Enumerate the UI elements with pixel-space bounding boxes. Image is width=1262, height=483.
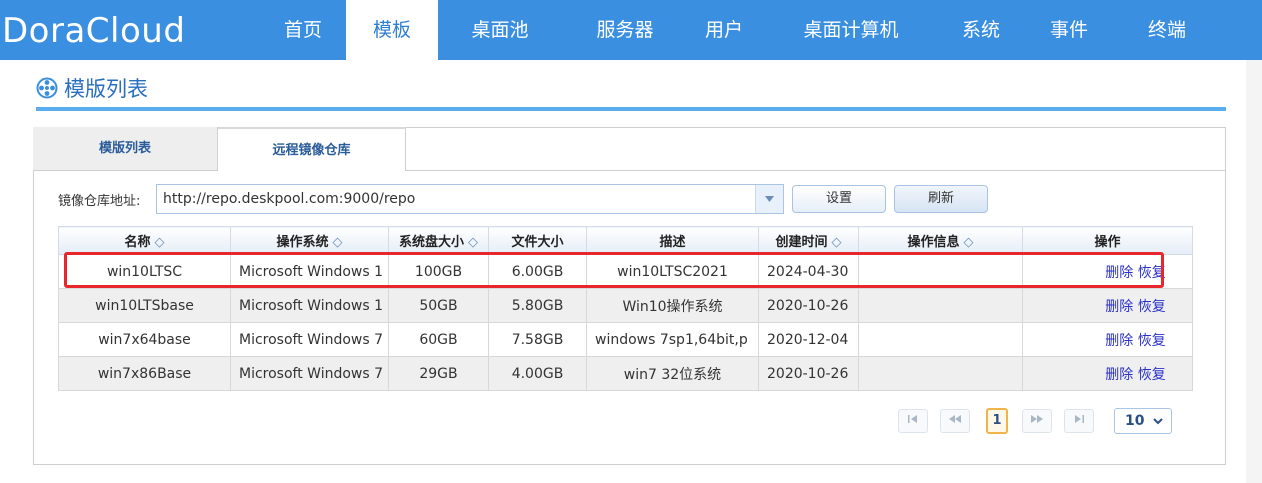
- next-page-icon: [1031, 415, 1043, 423]
- cell-actions: 删除 恢复: [1022, 288, 1193, 323]
- image-repo-table: 名称 ◇ 操作系统 ◇ 系统盘大小 ◇ 文件大小 描述 创建时间 ◇ 操作信息 ◇ 操作 …: [58, 226, 1193, 391]
- cell-created-time: 2020-10-26: [758, 356, 859, 391]
- previous-page-icon: [949, 415, 961, 423]
- cell-file-size: 4.00GB: [488, 356, 587, 391]
- cell-description: win7 32位系统: [586, 356, 759, 391]
- repo-url-dropdown-button[interactable]: [755, 185, 783, 213]
- column-header-operation-info[interactable]: 操作信息 ◇: [858, 226, 1023, 255]
- cell-operation-info: [858, 288, 1023, 323]
- column-header-os[interactable]: 操作系统 ◇: [230, 226, 389, 255]
- cell-description: Win10操作系统: [586, 288, 759, 323]
- last-page-button[interactable]: [1064, 409, 1094, 433]
- refresh-button[interactable]: 刷新: [894, 185, 988, 213]
- top-nav-bar: DoraCloud 首页 模板 桌面池 服务器 用户 桌面计算机 系统 事件 终…: [0, 0, 1262, 60]
- table-header-row: 名称 ◇ 操作系统 ◇ 系统盘大小 ◇ 文件大小 描述 创建时间 ◇ 操作信息 ◇ 操作: [58, 226, 1193, 255]
- column-header-description[interactable]: 描述: [586, 226, 759, 255]
- cell-disk: 50GB: [388, 288, 489, 323]
- sort-icon: ◇: [468, 235, 478, 250]
- delete-link[interactable]: 删除: [1105, 333, 1133, 349]
- cell-os: Microsoft Windows 1: [230, 288, 389, 323]
- restore-link[interactable]: 恢复: [1138, 299, 1166, 315]
- cell-file-size: 5.80GB: [488, 288, 587, 323]
- repo-url-label: 镜像仓库地址:: [58, 194, 141, 209]
- column-header-name[interactable]: 名称 ◇: [58, 226, 231, 255]
- tab-strip-divider: [406, 170, 1226, 171]
- repo-url-combobox[interactable]: [156, 184, 784, 214]
- chevron-down-icon: [1153, 418, 1163, 425]
- restore-link[interactable]: 恢复: [1138, 367, 1166, 383]
- restore-link[interactable]: 恢复: [1138, 333, 1166, 349]
- last-page-icon: [1075, 415, 1084, 423]
- tab-remote-image-repo[interactable]: 远程镜像仓库: [218, 127, 406, 171]
- nav-item-system[interactable]: 系统: [942, 0, 1020, 60]
- page-scrollbar[interactable]: [1246, 60, 1262, 483]
- cell-actions: 删除 恢复: [1022, 322, 1193, 357]
- set-button[interactable]: 设置: [792, 185, 886, 213]
- page-size-value: 10: [1125, 413, 1145, 429]
- repo-url-input[interactable]: [163, 185, 753, 213]
- cell-os: Microsoft Windows 7: [230, 322, 389, 357]
- chevron-down-icon: [765, 196, 774, 202]
- cell-created-time: 2020-12-04: [758, 322, 859, 357]
- sort-icon: ◇: [332, 235, 343, 250]
- nav-item-home[interactable]: 首页: [264, 0, 342, 60]
- row-highlight-annotation: [64, 252, 1164, 288]
- previous-page-button[interactable]: [940, 409, 970, 433]
- nav-item-servers[interactable]: 服务器: [570, 0, 680, 60]
- column-header-created-time[interactable]: 创建时间 ◇: [758, 226, 859, 255]
- first-page-button[interactable]: [898, 409, 928, 433]
- delete-link[interactable]: 删除: [1105, 367, 1133, 383]
- cell-description: windows 7sp1,64bit,p: [586, 322, 759, 357]
- cell-name: win10LTSbase: [58, 288, 231, 323]
- sort-icon: ◇: [831, 235, 842, 250]
- cell-disk: 29GB: [388, 356, 489, 391]
- nav-item-terminals[interactable]: 终端: [1128, 0, 1206, 60]
- sort-icon: ◇: [154, 235, 165, 250]
- sort-icon: ◇: [963, 235, 974, 250]
- table-row[interactable]: win7x64base Microsoft Windows 7 60GB 7.5…: [58, 322, 1193, 357]
- cell-operation-info: [858, 322, 1023, 357]
- table-row[interactable]: win7x86Base Microsoft Windows 7 29GB 4.0…: [58, 356, 1193, 391]
- delete-link[interactable]: 删除: [1105, 299, 1133, 315]
- cell-name: win7x64base: [58, 322, 231, 357]
- page-size-select[interactable]: 10: [1114, 408, 1172, 434]
- cell-disk: 60GB: [388, 322, 489, 357]
- app-logo: DoraCloud: [2, 11, 186, 51]
- cell-created-time: 2020-10-26: [758, 288, 859, 323]
- nav-item-events[interactable]: 事件: [1030, 0, 1108, 60]
- page-title: 模版列表: [64, 77, 148, 101]
- column-header-file-size[interactable]: 文件大小: [488, 226, 587, 255]
- cell-os: Microsoft Windows 7: [230, 356, 389, 391]
- nav-item-desktop-computers[interactable]: 桌面计算机: [776, 0, 926, 60]
- cell-operation-info: [858, 356, 1023, 391]
- column-header-system-disk-size[interactable]: 系统盘大小 ◇: [388, 226, 489, 255]
- next-page-button[interactable]: [1022, 409, 1052, 433]
- cell-file-size: 7.58GB: [488, 322, 587, 357]
- current-page-indicator[interactable]: 1: [986, 408, 1008, 434]
- table-row[interactable]: win10LTSbase Microsoft Windows 1 50GB 5.…: [58, 288, 1193, 323]
- nav-item-desktop-pools[interactable]: 桌面池: [448, 0, 552, 60]
- column-header-actions: 操作: [1022, 226, 1193, 255]
- film-reel-icon: [36, 77, 58, 99]
- nav-item-templates[interactable]: 模板: [346, 0, 438, 60]
- tab-template-list[interactable]: 模版列表: [33, 127, 218, 171]
- page-header: 模版列表: [36, 70, 148, 106]
- title-divider: [36, 107, 1226, 111]
- cell-actions: 删除 恢复: [1022, 356, 1193, 391]
- first-page-icon: [908, 415, 917, 423]
- nav-item-users[interactable]: 用户: [688, 0, 760, 60]
- cell-name: win7x86Base: [58, 356, 231, 391]
